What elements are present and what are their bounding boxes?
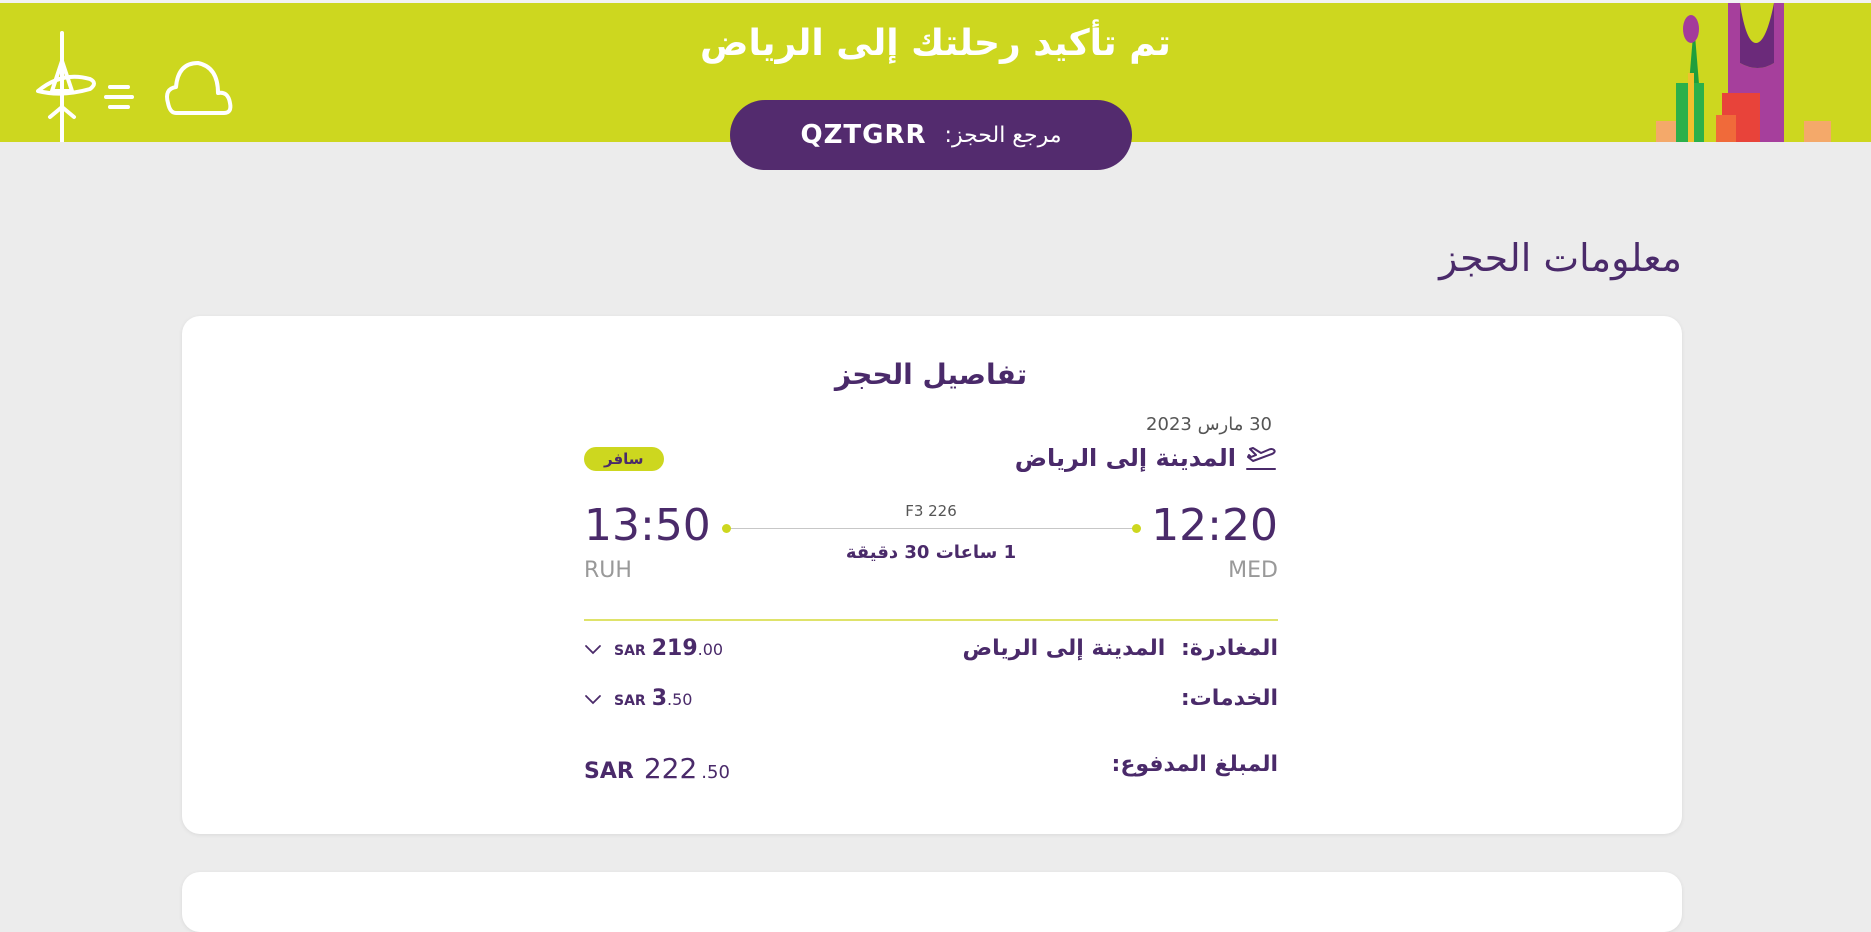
- banner-title: تم تأكيد رحلتك إلى الرياض: [700, 23, 1171, 64]
- divider: [584, 619, 1278, 621]
- card-title: تفاصيل الحجز: [834, 358, 1028, 391]
- departure-amount-int: 219: [651, 636, 698, 661]
- booking-reference-label: مرجع الحجز:: [944, 122, 1062, 148]
- total-paid-row: المبلغ المدفوع: SAR 222 .50: [584, 752, 1278, 792]
- departure-amount-dec: .00: [697, 640, 724, 659]
- section-title: معلومات الحجز: [1439, 236, 1682, 280]
- flight-path-line: [726, 528, 1136, 529]
- total-paid-label: المبلغ المدفوع:: [1111, 752, 1278, 777]
- booking-reference-value: QZTGRR: [800, 120, 927, 150]
- departure-charge-row[interactable]: المغادرة: المدينة إلى الرياض SAR 219 .00: [584, 636, 1278, 670]
- services-label: الخدمات:: [1180, 686, 1278, 711]
- riyadh-skyline-illustration: [1656, 3, 1831, 142]
- route-row: المدينة إلى الرياض: [1015, 444, 1278, 472]
- services-charge-row[interactable]: الخدمات: SAR 3 .50: [584, 686, 1278, 720]
- booking-details-card: تفاصيل الحجز 30 مارس 2023 المدينة إلى ال…: [182, 316, 1682, 834]
- departure-charge-label: المغادرة: المدينة إلى الرياض: [963, 636, 1278, 661]
- services-charge-amount: SAR 3 .50: [584, 686, 692, 711]
- departure-currency: SAR: [614, 643, 646, 659]
- route-text: المدينة إلى الرياض: [1014, 444, 1236, 472]
- status-badge: سافر: [584, 447, 664, 471]
- booking-details-content: تفاصيل الحجز 30 مارس 2023 المدينة إلى ال…: [584, 316, 1278, 834]
- departure-charge-amount: SAR 219 .00: [584, 636, 723, 661]
- services-currency: SAR: [614, 693, 646, 709]
- departure-route: المدينة إلى الرياض: [962, 636, 1166, 661]
- booking-reference-pill: مرجع الحجز: QZTGRR: [730, 100, 1132, 170]
- chevron-down-icon[interactable]: [584, 693, 602, 705]
- departure-label: المغادرة:: [1181, 636, 1278, 661]
- next-card: [182, 872, 1682, 932]
- total-paid-amount: SAR 222 .50: [584, 752, 730, 785]
- departure-dot: [1132, 524, 1141, 533]
- services-amount-int: 3: [651, 686, 668, 711]
- total-amount-dec: .50: [701, 762, 730, 783]
- services-amount-dec: .50: [667, 690, 693, 709]
- plane-takeoff-icon: [1246, 447, 1276, 470]
- flight-date: 30 مارس 2023: [1146, 414, 1272, 435]
- arrival-dot: [722, 524, 731, 533]
- flight-duration: 1 ساعات 30 دقيقة: [845, 542, 1017, 563]
- total-currency: SAR: [584, 759, 634, 784]
- flight-number: F3 226: [905, 502, 957, 520]
- chevron-down-icon[interactable]: [584, 643, 602, 655]
- total-amount-int: 222: [643, 752, 698, 785]
